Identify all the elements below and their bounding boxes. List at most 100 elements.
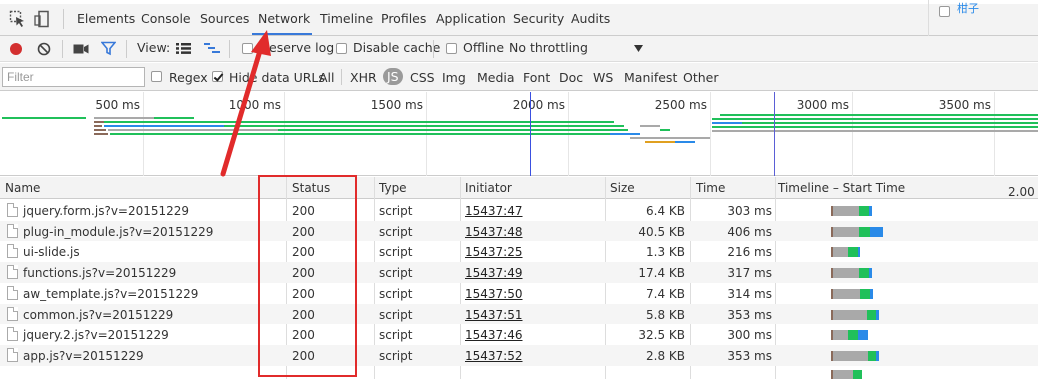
overview-tick-label: 2500 ms — [654, 98, 707, 112]
disable-cache-checkbox[interactable] — [336, 43, 347, 54]
request-name[interactable]: plug-in_module.js?v=20151229 — [23, 225, 213, 239]
request-time: 300 ms — [727, 328, 772, 343]
table-row[interactable] — [0, 366, 1038, 379]
network-overview[interactable]: 500 ms 1000 ms 1500 ms 2000 ms 2500 ms 3… — [0, 92, 1038, 176]
clear-icon[interactable] — [37, 42, 51, 56]
type-filter-js[interactable]: JS — [383, 68, 403, 85]
filter-separator — [341, 69, 342, 85]
view-label: View: — [137, 40, 171, 55]
tab-audits[interactable]: Audits — [571, 11, 610, 26]
type-filter-img[interactable]: Img — [442, 70, 466, 85]
waterfall-ttfb — [867, 309, 876, 320]
type-filter-font[interactable]: Font — [523, 70, 550, 85]
file-icon — [7, 285, 18, 300]
overview-bar — [154, 117, 194, 119]
request-name[interactable]: app.js?v=20151229 — [23, 349, 144, 363]
request-initiator-link[interactable]: 15437:25 — [465, 245, 523, 259]
tab-console[interactable]: Console — [141, 11, 191, 26]
waterfall-waiting — [833, 288, 860, 299]
tab-security[interactable]: Security — [513, 11, 564, 26]
request-time: 353 ms — [727, 348, 772, 363]
tab-elements[interactable]: Elements — [77, 11, 135, 26]
device-toolbar-icon[interactable] — [33, 10, 51, 28]
waterfall-download — [870, 288, 873, 299]
filter-icon[interactable] — [101, 41, 116, 56]
regex-checkbox[interactable] — [151, 71, 162, 82]
request-name[interactable]: ui-slide.js — [23, 245, 80, 259]
inspect-element-icon[interactable] — [9, 10, 27, 28]
large-rows-icon[interactable] — [176, 42, 191, 55]
request-name[interactable]: aw_template.js?v=20151229 — [23, 287, 198, 301]
offline-checkbox[interactable] — [446, 43, 457, 54]
overview-bar — [712, 130, 1038, 132]
request-time: 317 ms — [727, 266, 772, 281]
type-filter-other[interactable]: Other — [683, 70, 719, 85]
status-column-highlight-box — [258, 175, 357, 377]
request-initiator-link[interactable]: 15437:51 — [465, 308, 523, 322]
request-name[interactable]: common.js?v=20151229 — [23, 308, 173, 322]
request-size: 2.8 KB — [646, 348, 685, 363]
waterfall-download — [870, 226, 883, 237]
column-header-timeline[interactable]: Timeline – Start Time — [778, 181, 905, 195]
request-initiator-link[interactable]: 15437:52 — [465, 349, 523, 363]
table-row[interactable]: ui-slide.js 200 script 15437:25 1.3 KB 2… — [0, 241, 1038, 262]
overview-gridline — [710, 92, 711, 176]
throttling-select[interactable]: No throttling — [509, 40, 588, 55]
tab-network[interactable]: Network — [258, 11, 310, 26]
type-filter-all[interactable]: All — [319, 70, 335, 85]
request-name[interactable]: jquery.2.js?v=20151229 — [23, 328, 169, 342]
request-type: script — [379, 224, 413, 239]
request-initiator-link[interactable]: 15437:46 — [465, 328, 523, 342]
chevron-down-icon[interactable] — [634, 45, 643, 52]
request-time: 303 ms — [727, 204, 772, 218]
table-row[interactable]: jquery.form.js?v=20151229 200 script 154… — [0, 200, 1038, 221]
waterfall-waiting — [833, 330, 848, 341]
request-time: 216 ms — [727, 245, 772, 260]
request-type: script — [379, 204, 413, 218]
tab-timeline[interactable]: Timeline — [320, 11, 373, 26]
table-row[interactable]: aw_template.js?v=20151229 200 script 154… — [0, 283, 1038, 304]
page-edge-text: 柑子 — [957, 2, 979, 15]
file-icon — [7, 265, 18, 280]
tab-profiles[interactable]: Profiles — [381, 11, 426, 26]
tab-application[interactable]: Application — [436, 11, 506, 26]
type-filter-doc[interactable]: Doc — [559, 70, 583, 85]
type-filter-css[interactable]: CSS — [410, 70, 435, 85]
waterfall-ttfb — [859, 206, 869, 216]
column-header-initiator[interactable]: Initiator — [465, 181, 512, 195]
overview-bar — [224, 125, 624, 127]
table-row[interactable]: plug-in_module.js?v=20151229 200 script … — [0, 220, 1038, 242]
table-row[interactable]: app.js?v=20151229 200 script 15437:52 2.… — [0, 344, 1038, 366]
request-name[interactable]: functions.js?v=20151229 — [23, 266, 176, 280]
table-row[interactable]: functions.js?v=20151229 200 script 15437… — [0, 262, 1038, 283]
request-initiator-link[interactable]: 15437:49 — [465, 266, 523, 280]
type-filter-ws[interactable]: WS — [593, 70, 613, 85]
request-initiator-link[interactable]: 15437:47 — [465, 204, 523, 218]
column-header-time[interactable]: Time — [696, 181, 725, 195]
waterfall-download — [876, 350, 879, 361]
request-initiator-link[interactable]: 15437:48 — [465, 225, 523, 239]
column-header-name[interactable]: Name — [5, 181, 40, 195]
overview-tick-label: 500 ms — [95, 98, 140, 112]
record-icon[interactable] — [9, 42, 23, 56]
type-filter-manifest[interactable]: Manifest — [624, 70, 677, 85]
request-initiator-link[interactable]: 15437:50 — [465, 287, 523, 301]
table-row[interactable]: jquery.2.js?v=20151229 200 script 15437:… — [0, 324, 1038, 345]
request-name[interactable]: jquery.form.js?v=20151229 — [23, 204, 189, 218]
overview-bar — [675, 141, 695, 143]
capture-screenshots-icon[interactable] — [73, 43, 89, 55]
column-header-size[interactable]: Size — [610, 181, 635, 195]
filter-input[interactable] — [2, 67, 145, 87]
request-size: 6.4 KB — [646, 204, 685, 218]
overview-tick-label: 3500 ms — [938, 98, 991, 112]
table-row[interactable]: common.js?v=20151229 200 script 15437:51… — [0, 303, 1038, 325]
tab-sources[interactable]: Sources — [200, 11, 249, 26]
file-icon — [7, 327, 18, 342]
tab-separator — [63, 9, 64, 29]
type-filter-media[interactable]: Media — [477, 70, 515, 85]
page-checkbox[interactable] — [939, 6, 950, 17]
file-icon — [7, 306, 18, 321]
overview-bar — [2, 117, 86, 119]
column-header-type[interactable]: Type — [379, 181, 407, 195]
type-filter-xhr[interactable]: XHR — [350, 70, 377, 85]
